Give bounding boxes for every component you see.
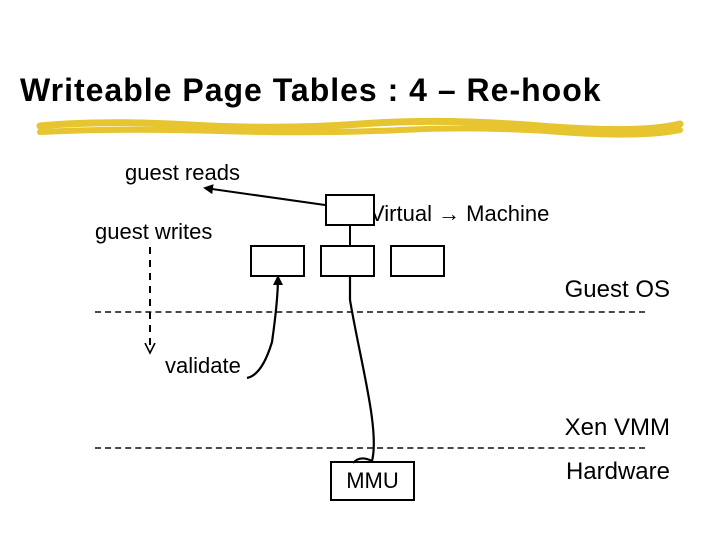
slide-stage: Writeable Page Tables : 4 – Re-hook gues… [0,0,720,540]
diagram-connectors [0,0,720,540]
